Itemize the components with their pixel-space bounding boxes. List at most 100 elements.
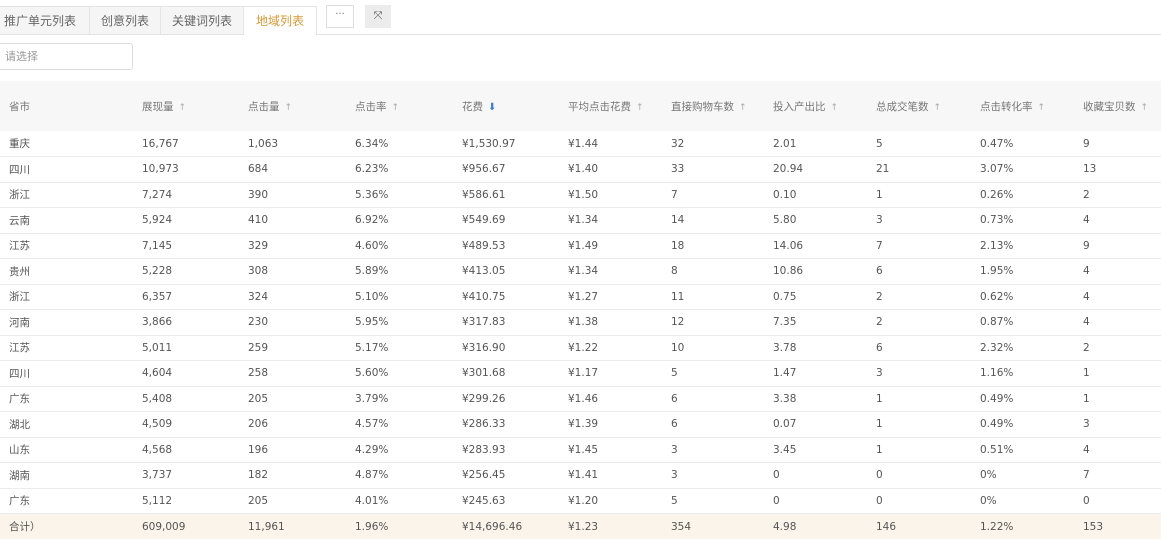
region-select[interactable]: 请选择 bbox=[0, 43, 133, 70]
table-cell: 2 bbox=[1074, 182, 1161, 208]
table-cell: 7 bbox=[662, 182, 764, 208]
tab-creative-list[interactable]: 创意列表 bbox=[89, 6, 161, 34]
column-header-label: 展现量 bbox=[142, 100, 174, 113]
table-row: 贵州 5,228 308 5.89% ¥413.05 ¥1.34 8 10.86 6 1.95% 4 bbox=[0, 258, 1161, 285]
table-cell: 5.95% bbox=[346, 309, 453, 336]
sort-up-icon[interactable]: ↑ bbox=[392, 103, 400, 113]
table-cell: 江苏 bbox=[0, 233, 133, 259]
sort-up-icon[interactable]: ↑ bbox=[636, 103, 644, 113]
table-row: 浙江 7,274 390 5.36% ¥586.61 ¥1.50 7 0.10 1 0.26% 2 bbox=[0, 182, 1161, 208]
column-header[interactable]: 点击率 ↑ bbox=[346, 81, 453, 131]
table-cell: 329 bbox=[239, 233, 346, 259]
table-cell: 0 bbox=[867, 462, 971, 489]
sort-up-icon[interactable]: ↑ bbox=[1038, 103, 1046, 113]
sort-down-icon[interactable]: ⬇ bbox=[488, 102, 496, 113]
column-header[interactable]: 点击量 ↑ bbox=[239, 81, 346, 131]
table-cell: ¥1.38 bbox=[559, 309, 662, 336]
table-cell: 9 bbox=[1074, 233, 1161, 259]
table-cell: 609,009 bbox=[133, 513, 239, 539]
table-cell: 33 bbox=[662, 156, 764, 183]
column-header-label: 花费 bbox=[462, 100, 483, 113]
table-cell: 259 bbox=[239, 335, 346, 361]
column-header[interactable]: 点击转化率 ↑ bbox=[971, 81, 1074, 131]
table-cell: 3 bbox=[867, 360, 971, 387]
table-cell: 1 bbox=[1074, 360, 1161, 387]
column-header[interactable]: 展现量 ↑ bbox=[133, 81, 239, 131]
sort-up-icon[interactable]: ↑ bbox=[285, 103, 293, 113]
table-cell: 146 bbox=[867, 513, 971, 539]
table-cell: ¥1.49 bbox=[559, 233, 662, 259]
table-cell: 0.75 bbox=[764, 284, 867, 310]
table-cell: 4 bbox=[1074, 258, 1161, 285]
table-cell: 0.73% bbox=[971, 207, 1074, 234]
table-cell: 10,973 bbox=[133, 156, 239, 183]
table-cell: ¥586.61 bbox=[453, 182, 559, 208]
table-cell: 390 bbox=[239, 182, 346, 208]
column-header[interactable]: 投入产出比 ↑ bbox=[764, 81, 867, 131]
table-cell: 0.87% bbox=[971, 309, 1074, 336]
table-cell: 3 bbox=[662, 462, 764, 489]
column-header-label: 直接购物车数 bbox=[671, 100, 734, 113]
table-cell: 6 bbox=[662, 411, 764, 438]
table-cell: 浙江 bbox=[0, 182, 133, 208]
tab-unit-list[interactable]: 推广单元列表 bbox=[0, 6, 90, 34]
table-cell: 0.51% bbox=[971, 437, 1074, 463]
table-row: 河南 3,866 230 5.95% ¥317.83 ¥1.38 12 7.35 2 0.87% 4 bbox=[0, 309, 1161, 336]
table-cell: 5.10% bbox=[346, 284, 453, 310]
table-cell: 7,145 bbox=[133, 233, 239, 259]
column-header-label: 点击转化率 bbox=[980, 100, 1033, 113]
sort-up-icon[interactable]: ↑ bbox=[831, 103, 839, 113]
table-cell: 湖北 bbox=[0, 411, 133, 438]
column-header[interactable]: 花费 ⬇ bbox=[453, 81, 559, 131]
table-cell: ¥1.23 bbox=[559, 513, 662, 539]
column-header[interactable]: 收藏宝贝数 ↑ bbox=[1074, 81, 1161, 131]
column-header[interactable]: 直接购物车数 ↑ bbox=[662, 81, 764, 131]
table-cell: 4 bbox=[1074, 207, 1161, 234]
column-header[interactable]: 总成交笔数 ↑ bbox=[867, 81, 971, 131]
table-cell: 7,274 bbox=[133, 182, 239, 208]
table-cell: 5 bbox=[662, 488, 764, 514]
table-cell: 13 bbox=[1074, 156, 1161, 183]
table-cell: 广东 bbox=[0, 386, 133, 412]
table-cell: 6,357 bbox=[133, 284, 239, 310]
sort-up-icon[interactable]: ↑ bbox=[934, 103, 942, 113]
table-cell: 1 bbox=[867, 386, 971, 412]
tab-keyword-list[interactable]: 关键词列表 bbox=[160, 6, 244, 34]
table-cell: 5.89% bbox=[346, 258, 453, 285]
more-tabs-button[interactable]: ··· bbox=[326, 5, 354, 28]
table-cell: 0 bbox=[764, 462, 867, 489]
sort-up-icon[interactable]: ↑ bbox=[739, 103, 747, 113]
table-cell: ¥1.50 bbox=[559, 182, 662, 208]
column-header[interactable]: 平均点击花费 ↑ bbox=[559, 81, 662, 131]
table-cell: 0.07 bbox=[764, 411, 867, 438]
column-header-label: 投入产出比 bbox=[773, 100, 826, 113]
table-cell: ¥1.22 bbox=[559, 335, 662, 361]
table-cell: 354 bbox=[662, 513, 764, 539]
table-cell: ¥301.68 bbox=[453, 360, 559, 387]
table-cell: 5 bbox=[867, 131, 971, 157]
table-cell: ¥283.93 bbox=[453, 437, 559, 463]
table-row: 浙江 6,357 324 5.10% ¥410.75 ¥1.27 11 0.75 2 0.62% 4 bbox=[0, 284, 1161, 310]
table-cell: 11 bbox=[662, 284, 764, 310]
table-cell: 3,737 bbox=[133, 462, 239, 489]
table-cell: 云南 bbox=[0, 207, 133, 234]
table-cell: 5.17% bbox=[346, 335, 453, 361]
table-cell: 5.36% bbox=[346, 182, 453, 208]
sort-up-icon[interactable]: ↑ bbox=[1141, 103, 1149, 113]
table-cell: 6.34% bbox=[346, 131, 453, 157]
tab-region-list[interactable]: 地域列表 bbox=[243, 6, 317, 35]
expand-icon[interactable]: ⤧ bbox=[365, 5, 391, 28]
table-cell: 5.60% bbox=[346, 360, 453, 387]
table-cell: 0 bbox=[764, 488, 867, 514]
table-cell: ¥1.45 bbox=[559, 437, 662, 463]
table-cell: 3.78 bbox=[764, 335, 867, 361]
table-cell: 7.35 bbox=[764, 309, 867, 336]
table-header-row: 省市 展现量 ↑ 点击量 ↑ 点击率 ↑ 花费 ⬇ 平均点击花费 ↑ 直接购物车数 ↑ 投入产出比 ↑ 总成交… bbox=[0, 81, 1161, 131]
column-header-label: 点击率 bbox=[355, 100, 387, 113]
table-cell: 8 bbox=[662, 258, 764, 285]
table-cell: ¥956.67 bbox=[453, 156, 559, 183]
sort-up-icon[interactable]: ↑ bbox=[179, 103, 187, 113]
table-cell: 0.26% bbox=[971, 182, 1074, 208]
table-cell: 1.95% bbox=[971, 258, 1074, 285]
table-cell: 308 bbox=[239, 258, 346, 285]
